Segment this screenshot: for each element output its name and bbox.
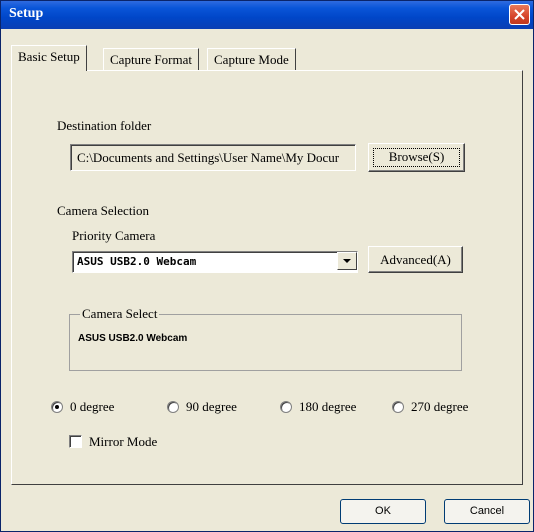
priority-camera-select[interactable]: ASUS USB2.0 Webcam bbox=[72, 251, 358, 273]
mirror-mode-checkbox[interactable] bbox=[69, 435, 82, 448]
tab-basic-setup-label: Basic Setup bbox=[18, 49, 80, 64]
tab-capture-mode-label: Capture Mode bbox=[214, 52, 289, 67]
browse-button[interactable]: Browse(S) bbox=[368, 143, 465, 172]
radio-180-degree[interactable] bbox=[280, 401, 292, 413]
camera-select-group-label: Camera Select bbox=[80, 306, 160, 322]
browse-button-label: Browse(S) bbox=[388, 149, 445, 164]
camera-selection-label: Camera Selection bbox=[57, 203, 150, 218]
chevron-down-icon bbox=[343, 259, 351, 263]
radio-0-degree[interactable] bbox=[51, 401, 63, 413]
ok-button[interactable]: OK bbox=[340, 499, 426, 524]
radio-90-degree[interactable] bbox=[167, 401, 179, 413]
advanced-button[interactable]: Advanced(A) bbox=[368, 246, 463, 273]
window-title: Setup bbox=[9, 6, 44, 21]
close-icon bbox=[514, 9, 525, 20]
tab-capture-format[interactable]: Capture Format bbox=[103, 48, 199, 70]
cancel-button[interactable]: Cancel bbox=[444, 499, 530, 524]
mirror-mode-label: Mirror Mode bbox=[89, 434, 158, 449]
destination-folder-field[interactable]: C:\Documents and Settings\User Name\My D… bbox=[70, 144, 356, 171]
radio-270-degree[interactable] bbox=[392, 401, 404, 413]
destination-folder-label: Destination folder bbox=[57, 118, 152, 133]
priority-camera-label: Priority Camera bbox=[72, 228, 156, 243]
radio-90-degree-label: 90 degree bbox=[186, 399, 237, 414]
radio-0-degree-label: 0 degree bbox=[70, 399, 115, 414]
tab-basic-setup[interactable]: Basic Setup bbox=[11, 45, 87, 71]
dropdown-button[interactable] bbox=[337, 252, 357, 270]
destination-folder-path: C:\Documents and Settings\User Name\My D… bbox=[77, 150, 340, 165]
setup-dialog: Setup Basic Setup Capture Format Capture… bbox=[0, 0, 534, 532]
tab-capture-format-label: Capture Format bbox=[110, 52, 192, 67]
ok-button-label: OK bbox=[375, 505, 391, 517]
advanced-button-label: Advanced(A) bbox=[380, 252, 451, 267]
tab-capture-mode[interactable]: Capture Mode bbox=[207, 48, 296, 70]
close-button[interactable] bbox=[509, 4, 530, 25]
camera-select-group: Camera Select ASUS USB2.0 Webcam bbox=[69, 306, 462, 371]
camera-select-value: ASUS USB2.0 Webcam bbox=[78, 333, 188, 344]
radio-180-degree-label: 180 degree bbox=[299, 399, 357, 414]
cancel-button-label: Cancel bbox=[469, 505, 505, 517]
title-bar[interactable]: Setup bbox=[1, 1, 533, 29]
priority-camera-value: ASUS USB2.0 Webcam bbox=[77, 255, 197, 268]
radio-270-degree-label: 270 degree bbox=[411, 399, 469, 414]
